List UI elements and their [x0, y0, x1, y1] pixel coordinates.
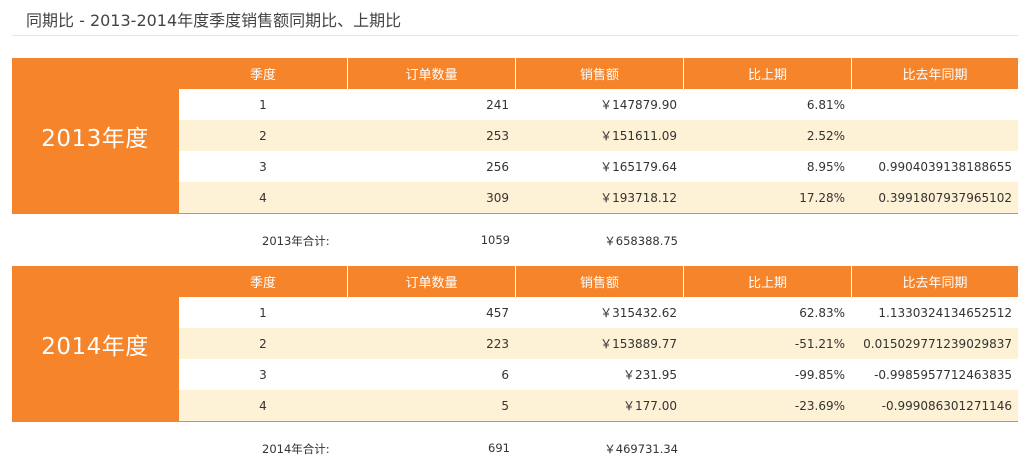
cell-orders: 253: [486, 128, 509, 143]
table-header-row: 季度 订单数量 销售额 比上期 比去年同期: [179, 266, 1018, 297]
column-header-quarter: 季度: [249, 68, 276, 83]
table-row: 1 241 ￥147879.90 6.81%: [179, 89, 1018, 120]
cell-orders: 256: [486, 159, 509, 174]
year-label: 2014年度: [41, 334, 149, 360]
table-row: 4 5 ￥177.00 -23.69% -0.999086301271146: [179, 390, 1018, 421]
total-sales: ￥658388.75: [604, 234, 678, 248]
cell-vs-last-year: -0.9985957712463835: [874, 367, 1012, 382]
year-block-2013: 2013年度 季度 订单数量 销售额 比上期 比去年同期 1 241 ￥1478…: [12, 58, 1018, 214]
total-orders: 1059: [480, 233, 510, 247]
cell-sales: ￥151611.09: [600, 129, 677, 143]
cell-vs-prev: 2.52%: [806, 128, 845, 143]
column-header-sales: 销售额: [515, 58, 683, 89]
cell-vs-prev: 62.83%: [799, 305, 845, 320]
cell-vs-last-year: 0.3991807937965102: [878, 190, 1012, 205]
cell-vs-prev: 17.28%: [799, 190, 845, 205]
cell-sales: ￥153889.77: [600, 337, 677, 351]
cell-vs-last-year: [851, 89, 1018, 120]
totals-row-2014: 2014年合计: 691 ￥469731.34: [12, 434, 1018, 460]
cell-orders: 6: [501, 367, 509, 382]
table-row: 1 457 ￥315432.62 62.83% 1.13303241346525…: [179, 297, 1018, 328]
report-page: 同期比 - 2013-2014年度季度销售额同期比、上期比 2013年度 季度 …: [0, 0, 1029, 460]
cell-vs-last-year: 1.1330324134652512: [878, 305, 1012, 320]
table-header-row: 季度 订单数量 销售额 比上期 比去年同期: [179, 58, 1018, 89]
cell-sales: ￥193718.12: [600, 191, 677, 205]
column-header-vs-last-year: 比去年同期: [851, 58, 1018, 89]
column-header-sales: 销售额: [515, 266, 683, 297]
cell-orders: 5: [501, 398, 509, 413]
cell-quarter: 3: [259, 367, 267, 382]
column-header-vs-last-year: 比去年同期: [851, 266, 1018, 297]
cell-quarter: 1: [259, 305, 267, 320]
column-header-vs-prev: 比上期: [683, 58, 851, 89]
total-sales: ￥469731.34: [604, 442, 678, 456]
column-header-orders: 订单数量: [347, 266, 515, 297]
cell-quarter: 3: [259, 159, 267, 174]
year-label: 2013年度: [41, 126, 149, 152]
cell-vs-prev: -51.21%: [794, 336, 845, 351]
cell-sales: ￥231.95: [623, 368, 677, 382]
cell-vs-prev: 8.95%: [806, 159, 845, 174]
cell-vs-last-year: 0.015029771239029837: [863, 336, 1012, 351]
column-header-vs-prev: 比上期: [683, 266, 851, 297]
cell-vs-last-year: 0.9904039138188655: [878, 159, 1012, 174]
year-block-2014: 2014年度 季度 订单数量 销售额 比上期 比去年同期 1 457 ￥3154…: [12, 266, 1018, 422]
cell-quarter: 2: [259, 336, 267, 351]
table-row: 3 256 ￥165179.64 8.95% 0.990403913818865…: [179, 151, 1018, 182]
quarter-table: 季度 订单数量 销售额 比上期 比去年同期 1 241 ￥147879.90 6…: [179, 58, 1018, 213]
cell-vs-prev: -23.69%: [794, 398, 845, 413]
cell-vs-prev: -99.85%: [794, 367, 845, 382]
table-row: 2 223 ￥153889.77 -51.21% 0.0150297712390…: [179, 328, 1018, 359]
table-row: 2 253 ￥151611.09 2.52%: [179, 120, 1018, 151]
cell-sales: ￥165179.64: [600, 160, 677, 174]
cell-quarter: 2: [259, 128, 267, 143]
quarter-table: 季度 订单数量 销售额 比上期 比去年同期 1 457 ￥315432.62 6…: [179, 266, 1018, 421]
table-row: 4 309 ￥193718.12 17.28% 0.39918079379651…: [179, 182, 1018, 213]
cell-quarter: 4: [259, 190, 267, 205]
cell-vs-last-year: -0.999086301271146: [881, 398, 1012, 413]
table-row: 3 6 ￥231.95 -99.85% -0.9985957712463835: [179, 359, 1018, 390]
total-orders: 691: [488, 441, 510, 455]
totals-row-2013: 2013年合计: 1059 ￥658388.75: [12, 226, 1018, 254]
cell-sales: ￥177.00: [623, 399, 677, 413]
column-header-quarter: 季度: [249, 276, 276, 291]
page-title: 同期比 - 2013-2014年度季度销售额同期比、上期比: [26, 11, 402, 30]
column-header-orders: 订单数量: [347, 58, 515, 89]
total-label: 2014年合计:: [262, 442, 330, 456]
cell-vs-last-year: [851, 120, 1018, 151]
cell-orders: 241: [486, 97, 509, 112]
cell-quarter: 1: [259, 97, 267, 112]
title-bar: 同期比 - 2013-2014年度季度销售额同期比、上期比: [12, 0, 1018, 36]
cell-quarter: 4: [259, 398, 267, 413]
cell-vs-prev: 6.81%: [806, 97, 845, 112]
cell-orders: 309: [486, 190, 509, 205]
cell-sales: ￥315432.62: [600, 306, 677, 320]
cell-sales: ￥147879.90: [600, 98, 677, 112]
cell-orders: 223: [486, 336, 509, 351]
cell-orders: 457: [486, 305, 509, 320]
total-label: 2013年合计:: [262, 234, 330, 248]
